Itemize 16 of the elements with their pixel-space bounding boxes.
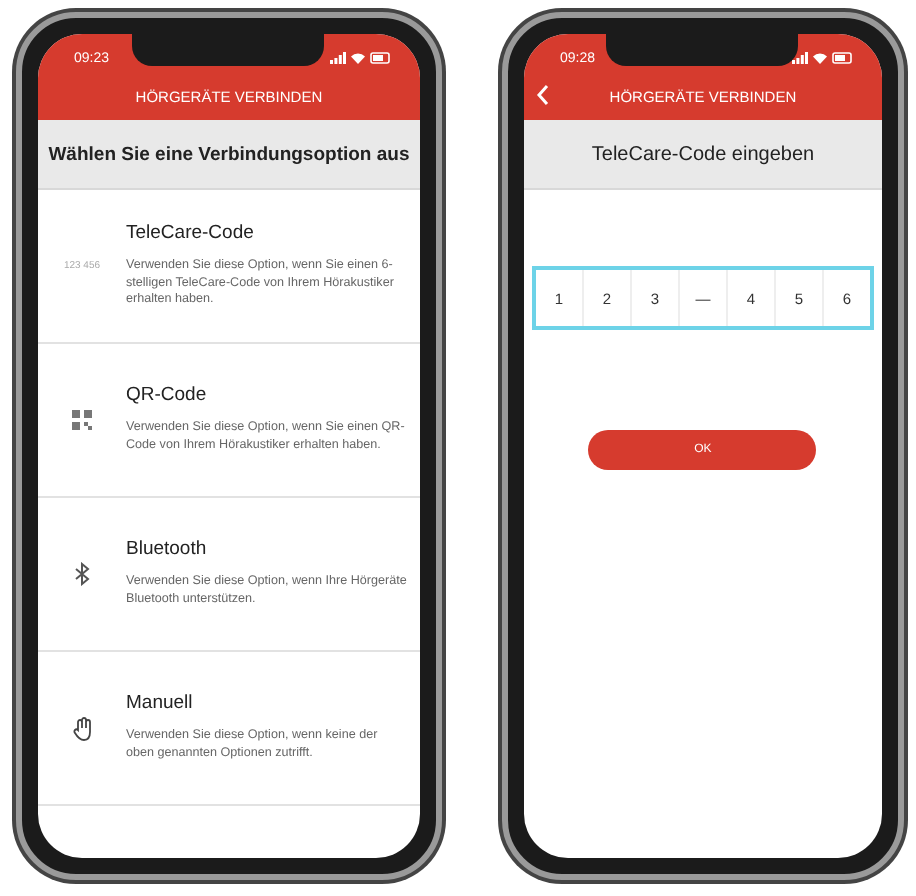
- subheader-title: TeleCare-Code eingeben: [591, 143, 815, 165]
- back-chevron-icon[interactable]: [535, 84, 550, 106]
- battery-icon: [832, 52, 854, 64]
- option-title: TeleCare-Code: [126, 221, 256, 244]
- subheader-title: Wählen Sie eine Verbindungsoption aus: [48, 143, 410, 165]
- option-title: Manuell: [126, 692, 195, 715]
- qr-code-icon: [72, 410, 92, 430]
- wifi-icon: [349, 52, 366, 64]
- signal-icon: [329, 52, 346, 64]
- battery-icon: [369, 52, 392, 64]
- option-title: Bluetooth: [126, 538, 209, 561]
- wifi-icon: [812, 52, 828, 64]
- option-title: QR-Code: [126, 384, 209, 407]
- hand-icon: [71, 715, 93, 741]
- signal-icon: [792, 52, 808, 64]
- bluetooth-icon: [74, 562, 90, 586]
